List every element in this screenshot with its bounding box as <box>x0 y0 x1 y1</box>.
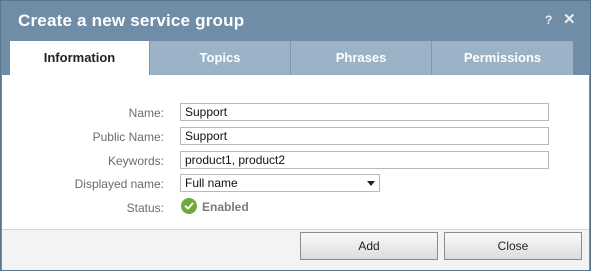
public-name-row: Public Name: <box>2 127 589 147</box>
name-input[interactable] <box>180 103 549 121</box>
displayed-name-value: Full name <box>185 176 238 190</box>
tab-bar: Information Topics Phrases Permissions <box>10 41 573 75</box>
tab-permissions[interactable]: Permissions <box>432 41 573 75</box>
dialog-titlebar: Create a new service group ? ✕ <box>1 1 590 41</box>
displayed-name-row: Displayed name: Full name <box>2 174 589 194</box>
name-label: Name: <box>128 106 164 120</box>
check-circle-icon <box>181 198 197 214</box>
help-icon[interactable]: ? <box>545 13 552 27</box>
status-row: Status: Enabled <box>2 198 589 218</box>
add-button[interactable]: Add <box>300 232 438 260</box>
status-label: Status: <box>126 201 164 215</box>
information-panel: Name: Public Name: Keywords: Displayed n… <box>2 75 589 229</box>
tab-information[interactable]: Information <box>10 41 150 75</box>
displayed-name-label: Displayed name: <box>74 177 164 191</box>
dialog-title: Create a new service group <box>18 11 245 30</box>
displayed-name-select[interactable]: Full name <box>180 174 380 192</box>
keywords-label: Keywords: <box>107 154 164 168</box>
chevron-down-icon <box>367 181 375 186</box>
keywords-row: Keywords: <box>2 151 589 171</box>
status-value: Enabled <box>202 200 249 214</box>
create-service-group-dialog: Create a new service group ? ✕ Informati… <box>0 0 591 271</box>
close-button[interactable]: Close <box>444 232 582 260</box>
public-name-label: Public Name: <box>92 130 164 144</box>
keywords-input[interactable] <box>180 151 549 169</box>
tab-topics[interactable]: Topics <box>150 41 291 75</box>
close-icon[interactable]: ✕ <box>563 10 576 28</box>
public-name-input[interactable] <box>180 127 549 145</box>
dialog-footer: Add Close <box>2 229 589 270</box>
name-row: Name: <box>2 103 589 123</box>
tab-phrases[interactable]: Phrases <box>291 41 432 75</box>
